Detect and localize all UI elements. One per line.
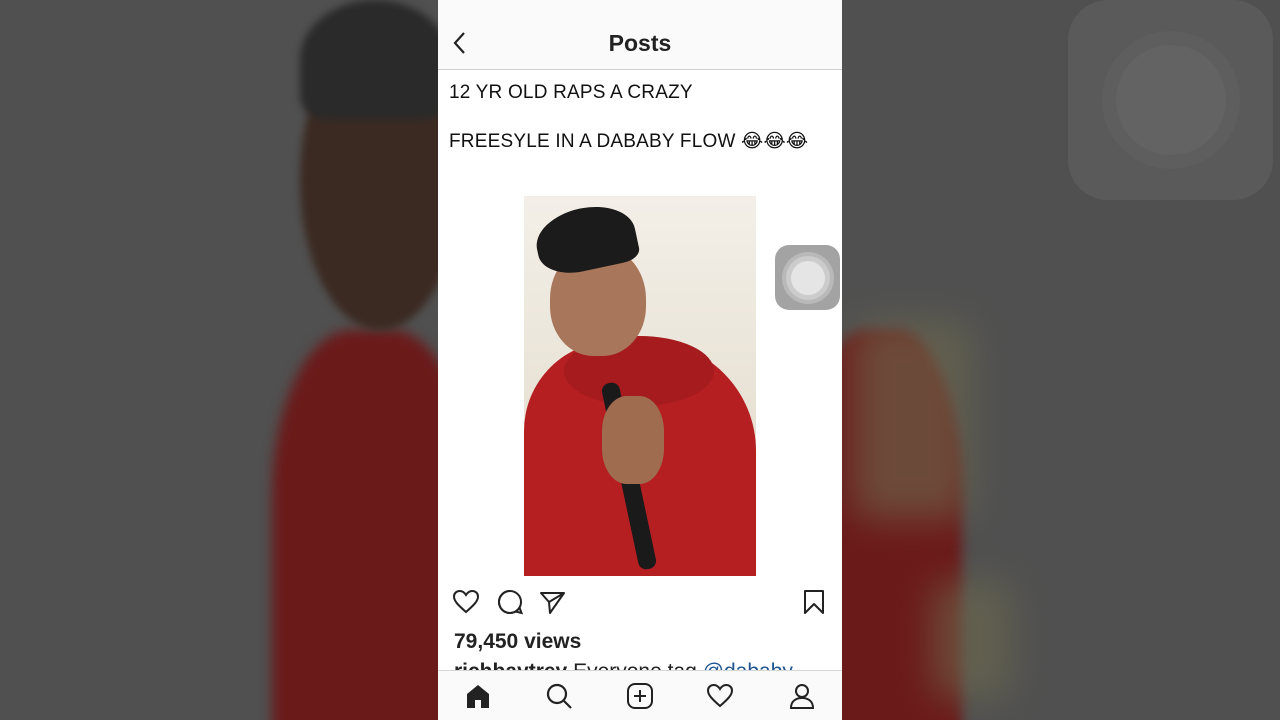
assistive-touch-button[interactable] [775, 245, 840, 310]
comment-icon[interactable] [496, 588, 524, 616]
paper-plane-icon[interactable] [538, 588, 566, 616]
view-count: 79,450 views [454, 630, 582, 653]
heart-icon[interactable] [452, 588, 480, 616]
blurred-background-left [0, 0, 438, 720]
instagram-post-screen: Posts 12 YR OLD RAPS A CRAZY FREESYLE IN… [438, 0, 842, 720]
home-icon[interactable] [464, 682, 492, 710]
add-post-icon[interactable] [626, 682, 654, 710]
navigation-bar: Posts [438, 0, 842, 70]
post-video[interactable] [524, 196, 756, 576]
post-caption-line-2: FREESYLE IN A DABABY FLOW 😂😂😂 [449, 131, 809, 152]
post-caption-line-1: 12 YR OLD RAPS A CRAZY [449, 82, 693, 103]
page-title: Posts [608, 30, 672, 56]
activity-heart-icon[interactable] [706, 682, 734, 710]
profile-icon[interactable] [788, 682, 816, 710]
search-icon[interactable] [545, 682, 573, 710]
bookmark-icon[interactable] [800, 588, 828, 616]
assistive-touch-overlay-blurred [1068, 0, 1273, 200]
tab-bar [438, 670, 842, 720]
